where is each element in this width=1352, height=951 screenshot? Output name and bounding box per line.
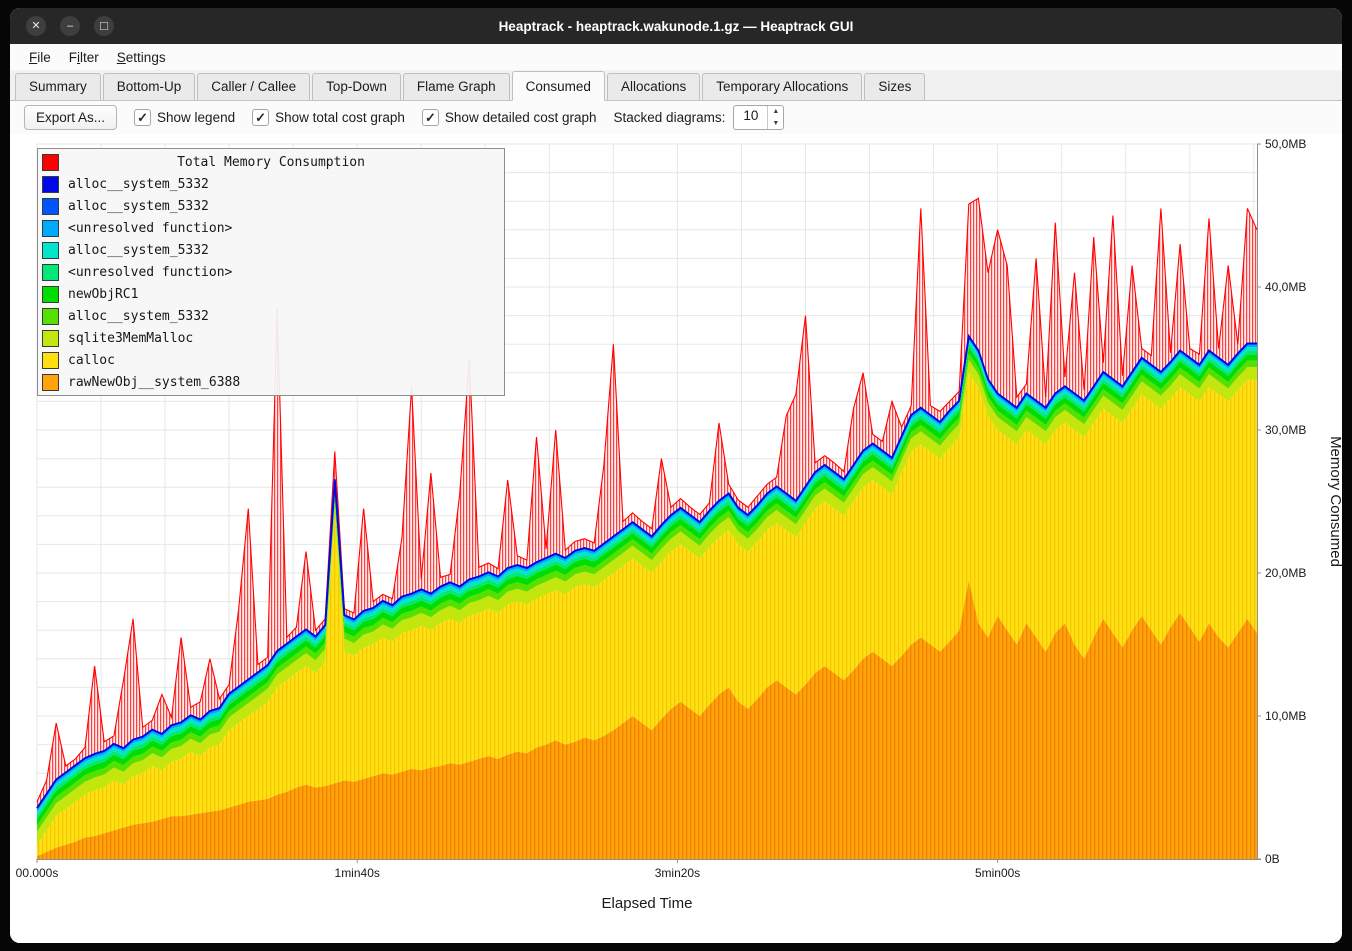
minimize-button[interactable]: – [60, 16, 80, 36]
legend-item: calloc [38, 349, 504, 371]
chevron-up-icon: ▲ [772, 108, 779, 115]
y-tick-label: 50,0MB [1265, 137, 1306, 151]
titlebar: ✕ – □ Heaptrack - heaptrack.wakunode.1.g… [10, 8, 1342, 44]
legend-label: rawNewObj__system_6388 [68, 375, 240, 390]
legend-item: sqlite3MemMalloc [38, 327, 504, 349]
stepper-up-button[interactable]: ▲ [768, 106, 783, 118]
legend-swatch [42, 154, 59, 171]
tabbar: Summary Bottom-Up Caller / Callee Top-Do… [10, 70, 1342, 101]
checkbox-label: Show detailed cost graph [445, 110, 597, 125]
tab-flame-graph[interactable]: Flame Graph [403, 73, 510, 100]
menubar: File Filter Settings [10, 44, 1342, 70]
minimize-icon: – [67, 20, 73, 32]
show-legend-checkbox[interactable]: ✓ Show legend [134, 109, 235, 126]
legend-item: alloc__system_5332 [38, 239, 504, 261]
check-icon: ✓ [137, 110, 148, 126]
menu-filter[interactable]: Filter [60, 47, 108, 68]
checkbox-box: ✓ [134, 109, 151, 126]
legend-label: alloc__system_5332 [68, 177, 209, 192]
tab-bottom-up[interactable]: Bottom-Up [103, 73, 196, 100]
legend-item: alloc__system_5332 [38, 195, 504, 217]
legend-item: <unresolved function> [38, 261, 504, 283]
checkbox-box: ✓ [422, 109, 439, 126]
close-button[interactable]: ✕ [26, 16, 46, 36]
legend-item: alloc__system_5332 [38, 173, 504, 195]
tab-temporary-allocations[interactable]: Temporary Allocations [702, 73, 862, 100]
check-icon: ✓ [425, 110, 436, 126]
show-detailed-cost-graph-checkbox[interactable]: ✓ Show detailed cost graph [422, 109, 597, 126]
maximize-button[interactable]: □ [94, 16, 114, 36]
window-controls: ✕ – □ [26, 8, 114, 44]
legend-label: newObjRC1 [68, 287, 138, 302]
legend-item: alloc__system_5332 [38, 305, 504, 327]
menu-settings[interactable]: Settings [108, 47, 175, 68]
y-axis-title: Memory Consumed [1327, 436, 1342, 567]
legend-item: rawNewObj__system_6388 [38, 371, 504, 393]
legend-swatch [42, 176, 59, 193]
stepper-down-button[interactable]: ▼ [768, 118, 783, 130]
y-tick-label: 10,0MB [1265, 709, 1306, 723]
legend-label: sqlite3MemMalloc [68, 331, 193, 346]
x-tick-label: 5min00s [975, 866, 1020, 880]
check-icon: ✓ [255, 110, 266, 126]
window-title: Heaptrack - heaptrack.wakunode.1.gz — He… [10, 19, 1342, 34]
toolbar: Export As... ✓ Show legend ✓ Show total … [10, 101, 1342, 134]
x-axis-title: Elapsed Time [602, 895, 693, 912]
legend-swatch [42, 286, 59, 303]
tab-top-down[interactable]: Top-Down [312, 73, 401, 100]
legend-title: Total Memory Consumption [68, 155, 474, 170]
legend-swatch [42, 220, 59, 237]
legend-swatch [42, 330, 59, 347]
x-tick-label: 1min40s [335, 866, 380, 880]
x-tick-label: 00.000s [16, 866, 59, 880]
checkbox-label: Show legend [157, 110, 235, 125]
chart-legend: Total Memory Consumption alloc__system_53… [37, 148, 505, 396]
tab-sizes[interactable]: Sizes [864, 73, 925, 100]
legend-label: alloc__system_5332 [68, 309, 209, 324]
legend-item: newObjRC1 [38, 283, 504, 305]
legend-label: <unresolved function> [68, 265, 232, 280]
export-as-button[interactable]: Export As... [24, 105, 117, 130]
legend-item: <unresolved function> [38, 217, 504, 239]
menu-file[interactable]: File [20, 47, 60, 68]
legend-label: alloc__system_5332 [68, 243, 209, 258]
legend-swatch [42, 198, 59, 215]
x-tick-label: 3min20s [655, 866, 700, 880]
legend-swatch [42, 242, 59, 259]
stepper-value: 10 [734, 106, 767, 129]
legend-label: calloc [68, 353, 115, 368]
checkbox-box: ✓ [252, 109, 269, 126]
consumed-chart-area: 00.000s 1min40s 3min20s 5min00s 0B 10,0MB 20,0… [10, 134, 1342, 943]
chevron-down-icon: ▼ [772, 120, 779, 127]
tab-summary[interactable]: Summary [15, 73, 101, 100]
legend-label: alloc__system_5332 [68, 199, 209, 214]
tab-caller-callee[interactable]: Caller / Callee [197, 73, 310, 100]
legend-swatch [42, 374, 59, 391]
y-tick-label: 30,0MB [1265, 423, 1306, 437]
stacked-diagrams-label: Stacked diagrams: [614, 110, 726, 125]
legend-swatch [42, 352, 59, 369]
legend-swatch [42, 308, 59, 325]
checkbox-label: Show total cost graph [275, 110, 405, 125]
legend-swatch [42, 264, 59, 281]
show-total-cost-graph-checkbox[interactable]: ✓ Show total cost graph [252, 109, 405, 126]
stepper-buttons: ▲ ▼ [767, 106, 783, 129]
legend-title-row: Total Memory Consumption [38, 151, 504, 173]
y-tick-label: 40,0MB [1265, 280, 1306, 294]
y-tick-label: 20,0MB [1265, 566, 1306, 580]
maximize-icon: □ [100, 18, 108, 33]
close-icon: ✕ [31, 20, 40, 32]
y-tick-label: 0B [1265, 852, 1280, 866]
legend-label: <unresolved function> [68, 221, 232, 236]
stacked-diagrams-stepper[interactable]: 10 ▲ ▼ [733, 105, 784, 130]
heaptrack-window: ✕ – □ Heaptrack - heaptrack.wakunode.1.g… [10, 8, 1342, 943]
tab-consumed[interactable]: Consumed [512, 71, 605, 101]
tab-allocations[interactable]: Allocations [607, 73, 700, 100]
